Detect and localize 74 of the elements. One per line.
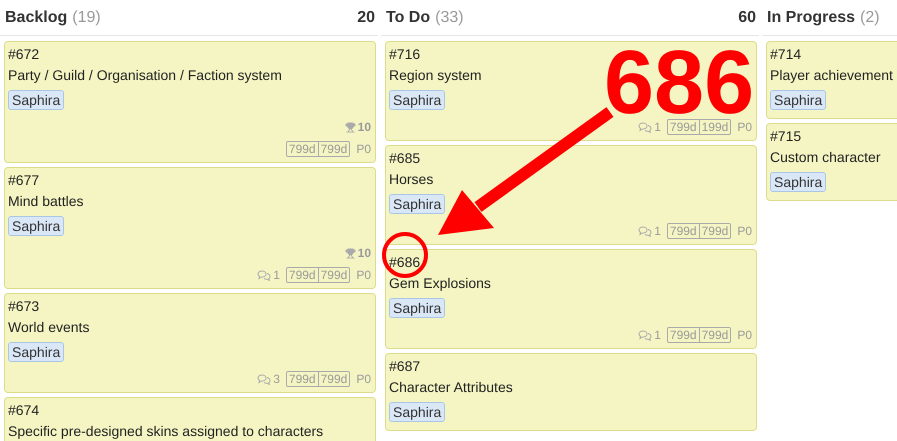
- comments-icon: [257, 374, 272, 384]
- column-title: In Progress: [767, 8, 856, 26]
- comment-count: 1: [273, 268, 280, 282]
- card-title: Player achievement: [770, 66, 894, 85]
- tag[interactable]: Saphira: [389, 90, 446, 110]
- tag[interactable]: Saphira: [770, 172, 826, 192]
- age-badge: 799d 799d: [286, 141, 350, 157]
- card-number: #715: [770, 127, 802, 146]
- card-title: Specific pre-designed skins assigned to characters: [8, 422, 324, 441]
- card-number: #716: [389, 45, 422, 64]
- trophy-icon: [344, 122, 356, 132]
- task-card[interactable]: #677 Mind battles Saphira 10 1 799d 799d P0: [4, 167, 376, 289]
- priority: P0: [737, 328, 752, 342]
- tag[interactable]: Saphira: [8, 216, 64, 236]
- age-badge: 799d 799d: [666, 223, 732, 239]
- tag[interactable]: Saphira: [389, 402, 446, 422]
- card-title: Party / Guild / Organisation / Faction system: [8, 66, 283, 85]
- comments-icon: [638, 330, 652, 340]
- task-card[interactable]: #685 Horses Saphira 1 799d 799d P0: [385, 145, 757, 245]
- card-title: Region system: [389, 66, 483, 85]
- tag[interactable]: Saphira: [8, 90, 64, 110]
- card-number: #685: [389, 149, 422, 168]
- comments-icon: [638, 226, 652, 236]
- comment-count: 3: [273, 372, 280, 386]
- task-card[interactable]: #673 World events Saphira 3 799d 799d P0: [4, 293, 376, 393]
- card-count: (33): [435, 8, 464, 26]
- points: 10: [358, 120, 371, 134]
- points-total: 20: [357, 8, 375, 26]
- tag[interactable]: Saphira: [389, 194, 446, 214]
- task-card[interactable]: #714 Player achievement Saphira: [766, 41, 897, 119]
- card-title: World events: [8, 318, 90, 337]
- comment-count: 1: [654, 328, 661, 342]
- age-badge: 799d 799d: [286, 267, 350, 283]
- card-number: #677: [8, 171, 40, 190]
- age-badge: 799d 199d: [666, 119, 732, 135]
- priority: P0: [737, 120, 752, 134]
- card-title: Mind battles: [8, 192, 84, 211]
- tag[interactable]: Saphira: [389, 298, 446, 318]
- annotation-circle: [382, 232, 428, 278]
- task-card[interactable]: #672 Party / Guild / Organisation / Faction system Saphira 10 799d 799d P0: [4, 41, 376, 163]
- card-count: (2): [860, 8, 880, 26]
- task-card[interactable]: #715 Custom character Saphira: [766, 123, 897, 201]
- points: 10: [358, 246, 371, 260]
- task-card[interactable]: #687 Character Attributes Saphira: [385, 353, 757, 431]
- tag[interactable]: Saphira: [770, 90, 826, 110]
- card-number: #674: [8, 401, 40, 420]
- comment-count: 1: [654, 224, 661, 238]
- card-number: #686: [389, 253, 422, 272]
- card-number: #672: [8, 45, 40, 64]
- comments-icon: [257, 270, 272, 280]
- card-title: Character Attributes: [389, 378, 514, 397]
- tag[interactable]: Saphira: [8, 342, 64, 362]
- priority: P0: [356, 372, 371, 386]
- card-number: #673: [8, 297, 40, 316]
- card-title: Gem Explosions: [389, 274, 492, 293]
- card-count: (19): [72, 8, 101, 26]
- priority: P0: [356, 268, 371, 282]
- card-title: Custom character: [770, 148, 882, 167]
- comments-icon: [638, 122, 652, 132]
- task-card[interactable]: #686 Gem Explosions Saphira 1 799d 799d P0: [385, 249, 757, 349]
- card-number: #714: [770, 45, 802, 64]
- age-badge: 799d 799d: [666, 327, 732, 343]
- card-number: #687: [389, 357, 422, 376]
- column-title: To Do: [386, 8, 430, 26]
- task-card[interactable]: #674 Specific pre-designed skins assigned to characters: [4, 397, 376, 441]
- annotation-label: 686: [604, 50, 754, 116]
- points-total: 60: [738, 8, 756, 26]
- trophy-icon: [344, 248, 356, 258]
- priority: P0: [356, 142, 371, 156]
- column-title: Backlog: [5, 8, 68, 26]
- priority: P0: [737, 224, 752, 238]
- age-badge: 799d 799d: [286, 371, 350, 387]
- card-title: Horses: [389, 170, 434, 189]
- comment-count: 1: [654, 120, 661, 134]
